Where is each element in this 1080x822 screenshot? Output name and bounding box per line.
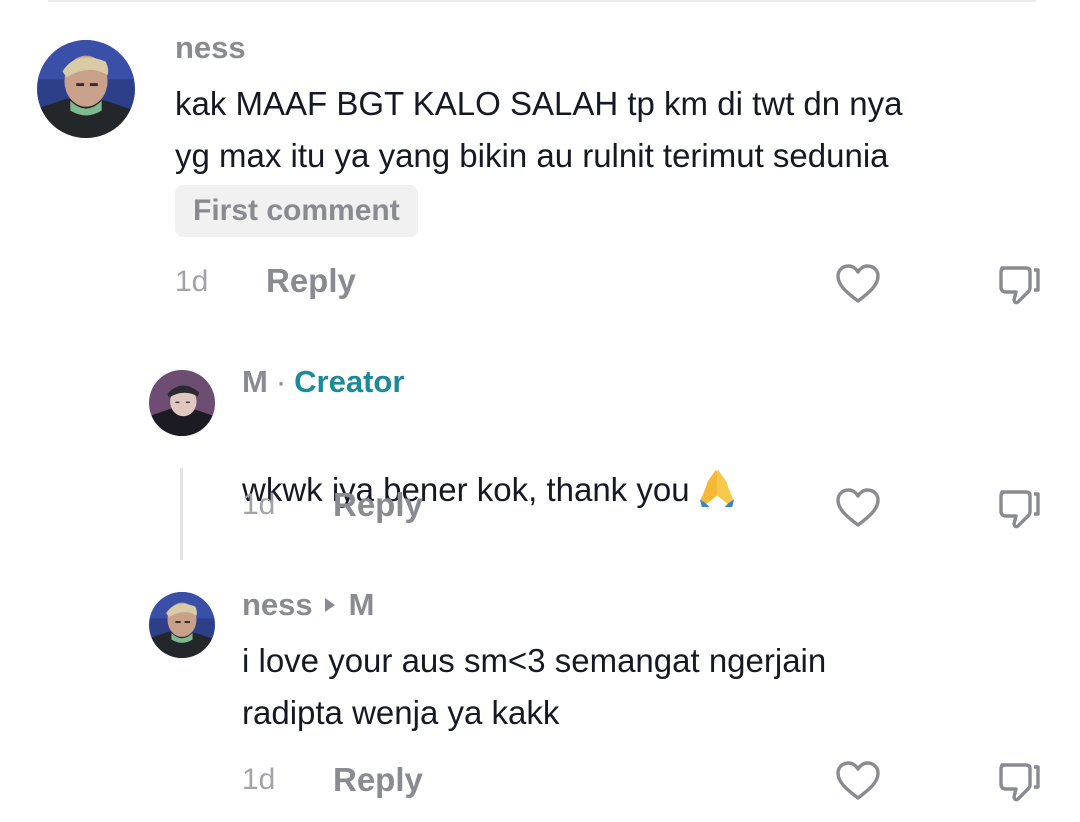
reply-time: 1d <box>242 763 276 796</box>
comment-text: kak MAAF BGT KALO SALAH tp km di twt dn … <box>175 85 903 174</box>
avatar[interactable] <box>149 592 215 658</box>
avatar[interactable] <box>149 370 215 436</box>
avatar[interactable] <box>37 40 135 138</box>
caret-right-icon <box>324 598 335 612</box>
like-button[interactable] <box>834 260 882 308</box>
avatar-image <box>149 592 215 658</box>
heart-outline-icon <box>836 761 880 800</box>
avatar-image <box>37 40 135 138</box>
heart-outline-icon <box>836 488 880 527</box>
creator-label: Creator <box>294 364 405 399</box>
comment-time: 1d <box>175 265 209 298</box>
reply-text: i love your aus sm<3 semangat ngerjain r… <box>242 642 827 731</box>
dislike-button[interactable] <box>996 484 1044 532</box>
reply-text: wkwk iya bener kok, thank you <box>242 412 736 516</box>
first-comment-badge: First comment <box>175 185 418 237</box>
heart-outline-icon <box>836 264 880 303</box>
thread-line <box>180 468 183 560</box>
avatar-image <box>149 370 215 436</box>
comment-username[interactable]: ness <box>175 30 246 66</box>
folded-hands-icon <box>699 470 734 507</box>
like-button[interactable] <box>834 757 882 805</box>
like-button[interactable] <box>834 484 882 532</box>
dislike-button[interactable] <box>996 260 1044 308</box>
reply-time: 1d <box>242 488 276 521</box>
reply-to-username: M <box>348 587 375 622</box>
reply-username[interactable]: M · Creator <box>242 364 404 400</box>
separator-dot: · <box>275 364 287 399</box>
thumbs-down-outline-icon <box>999 266 1040 305</box>
thumbs-down-outline-icon <box>999 763 1040 802</box>
top-divider <box>48 0 1036 2</box>
thumbs-down-outline-icon <box>999 490 1040 529</box>
reply-button[interactable]: Reply <box>266 262 356 300</box>
reply-button[interactable]: Reply <box>333 486 423 524</box>
reply-button[interactable]: Reply <box>333 761 423 799</box>
dislike-button[interactable] <box>996 757 1044 805</box>
reply-username[interactable]: ness M <box>242 587 375 623</box>
